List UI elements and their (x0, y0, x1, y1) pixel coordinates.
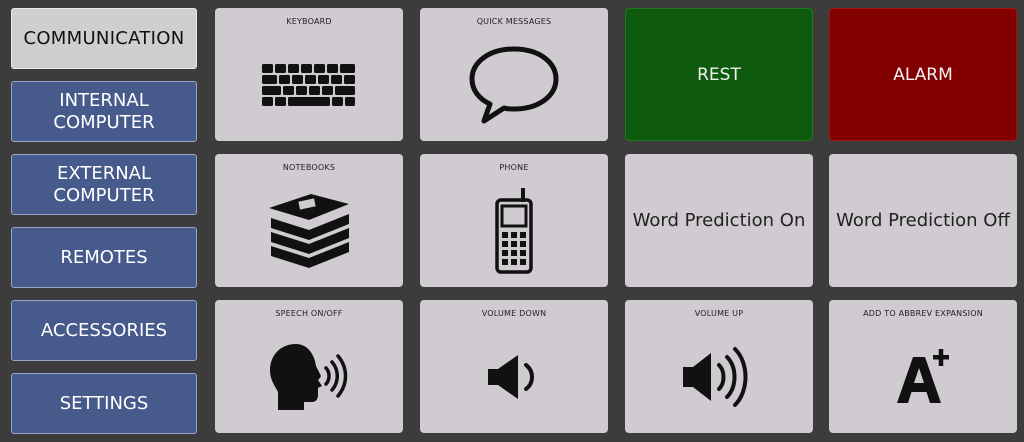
sidebar: COMMUNICATION INTERNAL COMPUTER EXTERNAL… (0, 0, 210, 442)
word-prediction-on-button[interactable]: Word Prediction On (625, 154, 813, 287)
notebooks-tile[interactable]: NOTEBOOKS (215, 154, 403, 287)
sidebar-item-internal-computer[interactable]: INTERNAL COMPUTER (11, 81, 197, 142)
tile-label: ADD TO ABBREV EXPANSION (863, 309, 983, 318)
keyboard-tile[interactable]: KEYBOARD (215, 8, 403, 141)
sidebar-item-label: INTERNAL COMPUTER (53, 89, 155, 133)
tile-label: SPEECH ON/OFF (275, 309, 343, 318)
volume-down-tile[interactable]: VOLUME DOWN (420, 300, 608, 433)
alarm-label: ALARM (893, 64, 953, 85)
tile-label: VOLUME DOWN (481, 309, 547, 318)
sidebar-item-label: SETTINGS (59, 392, 149, 414)
keyboard-icon (215, 36, 403, 133)
rest-label: REST (697, 64, 741, 85)
sidebar-item-settings[interactable]: SETTINGS (11, 373, 197, 434)
rest-button[interactable]: REST (625, 8, 813, 141)
volume-up-icon (625, 328, 813, 425)
tile-label: VOLUME UP (694, 309, 744, 318)
speech-toggle-tile[interactable]: SPEECH ON/OFF (215, 300, 403, 433)
sidebar-item-remotes[interactable]: REMOTES (11, 227, 197, 288)
sidebar-item-label: EXTERNAL COMPUTER (53, 162, 155, 206)
speech-bubble-icon (420, 36, 608, 133)
tile-label: PHONE (499, 163, 529, 172)
sidebar-item-label: ACCESSORIES (40, 319, 168, 341)
tile-label: QUICK MESSAGES (476, 17, 552, 26)
sidebar-item-communication[interactable]: COMMUNICATION (11, 8, 197, 69)
sidebar-item-accessories[interactable]: ACCESSORIES (11, 300, 197, 361)
word-prediction-on-label: Word Prediction On (632, 210, 806, 231)
alarm-button[interactable]: ALARM (829, 8, 1017, 141)
word-prediction-off-label: Word Prediction Off (836, 210, 1010, 231)
word-prediction-off-button[interactable]: Word Prediction Off (829, 154, 1017, 287)
speaking-head-icon (215, 328, 403, 425)
tile-label: NOTEBOOKS (282, 163, 336, 172)
phone-icon (420, 182, 608, 279)
volume-up-tile[interactable]: VOLUME UP (625, 300, 813, 433)
sidebar-item-label: COMMUNICATION (23, 27, 185, 49)
phone-tile[interactable]: PHONE (420, 154, 608, 287)
sidebar-item-external-computer[interactable]: EXTERNAL COMPUTER (11, 154, 197, 215)
add-abbrev-expansion-tile[interactable]: ADD TO ABBREV EXPANSION (829, 300, 1017, 433)
volume-down-icon (420, 328, 608, 425)
quick-messages-tile[interactable]: QUICK MESSAGES (420, 8, 608, 141)
tile-label: KEYBOARD (286, 17, 332, 26)
a-plus-icon (829, 328, 1017, 425)
sidebar-item-label: REMOTES (60, 246, 148, 268)
notebooks-icon (215, 182, 403, 279)
